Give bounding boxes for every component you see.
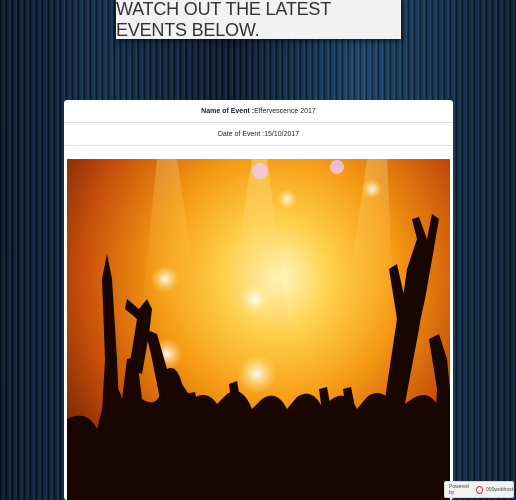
concert-crowd-image	[67, 159, 450, 500]
event-name-value: Effervescence 2017	[254, 107, 316, 115]
page-title: WATCH OUT THE LATEST EVENTS BELOW.	[116, 0, 331, 40]
event-photo	[67, 159, 450, 500]
event-card: Name of Event : Effervescence 2017 Date …	[64, 100, 453, 500]
host-name: 000webhost	[486, 486, 513, 493]
event-name-row: Name of Event : Effervescence 2017	[64, 100, 453, 123]
host-logo-icon	[475, 485, 484, 494]
event-name-label: Name of Event :	[201, 107, 255, 115]
powered-by-label: Powered by	[449, 483, 469, 496]
event-date-label: Date of Event :	[217, 130, 265, 138]
event-date-value: 15/10/2017	[264, 130, 300, 138]
page-header: WATCH OUT THE LATEST EVENTS BELOW.	[116, 0, 401, 40]
powered-by-badge[interactable]: Powered by 000webhost	[444, 481, 514, 498]
event-date-row: Date of Event : 15/10/2017	[64, 123, 453, 146]
